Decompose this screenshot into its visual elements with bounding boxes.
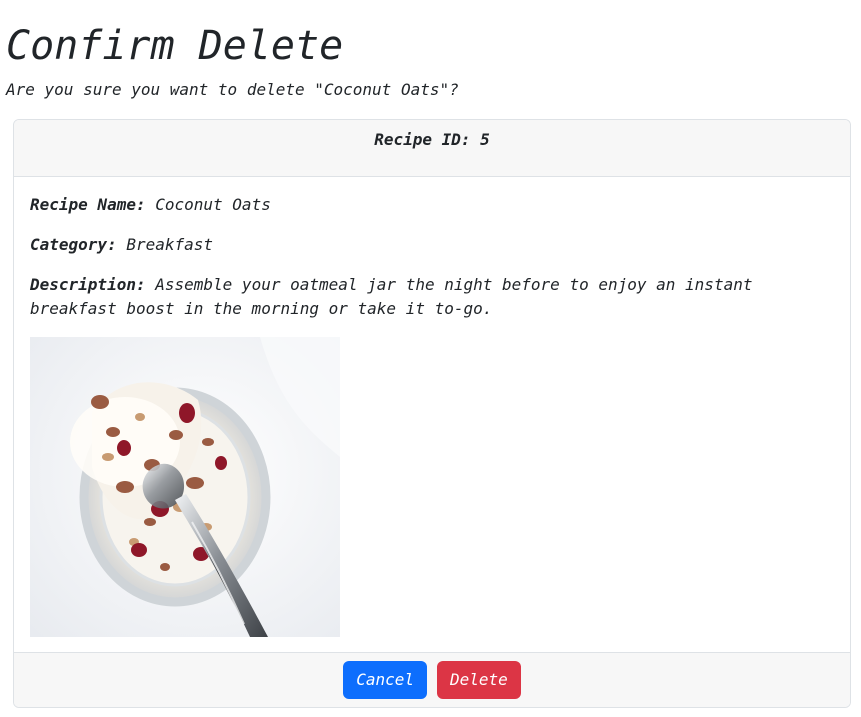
category-label: Category: [30, 235, 117, 254]
category-field: Category: Breakfast [30, 233, 834, 257]
delete-confirmation-page: Confirm Delete Are you sure you want to … [0, 0, 861, 717]
card-footer: Cancel Delete [14, 652, 850, 707]
description-label: Description: [30, 275, 146, 294]
recipe-name-label: Recipe Name: [30, 195, 146, 214]
recipe-photo [30, 337, 340, 637]
card-header: Recipe ID: 5 [14, 120, 850, 177]
category-value: Breakfast [126, 235, 214, 254]
recipe-name-value: Coconut Oats [155, 195, 271, 214]
page-title: Confirm Delete [6, 23, 344, 69]
confirmation-question: Are you sure you want to delete "Coconut… [6, 80, 459, 99]
recipe-id: Recipe ID: 5 [374, 130, 490, 149]
recipe-card: Recipe ID: 5 Recipe Name: Coconut Oats C… [13, 119, 851, 708]
description-field: Description: Assemble your oatmeal jar t… [30, 273, 834, 321]
recipe-name-field: Recipe Name: Coconut Oats [30, 193, 834, 217]
card-body: Recipe Name: Coconut Oats Category: Brea… [14, 177, 850, 653]
cancel-button[interactable]: Cancel [343, 661, 427, 699]
delete-button[interactable]: Delete [437, 661, 521, 699]
